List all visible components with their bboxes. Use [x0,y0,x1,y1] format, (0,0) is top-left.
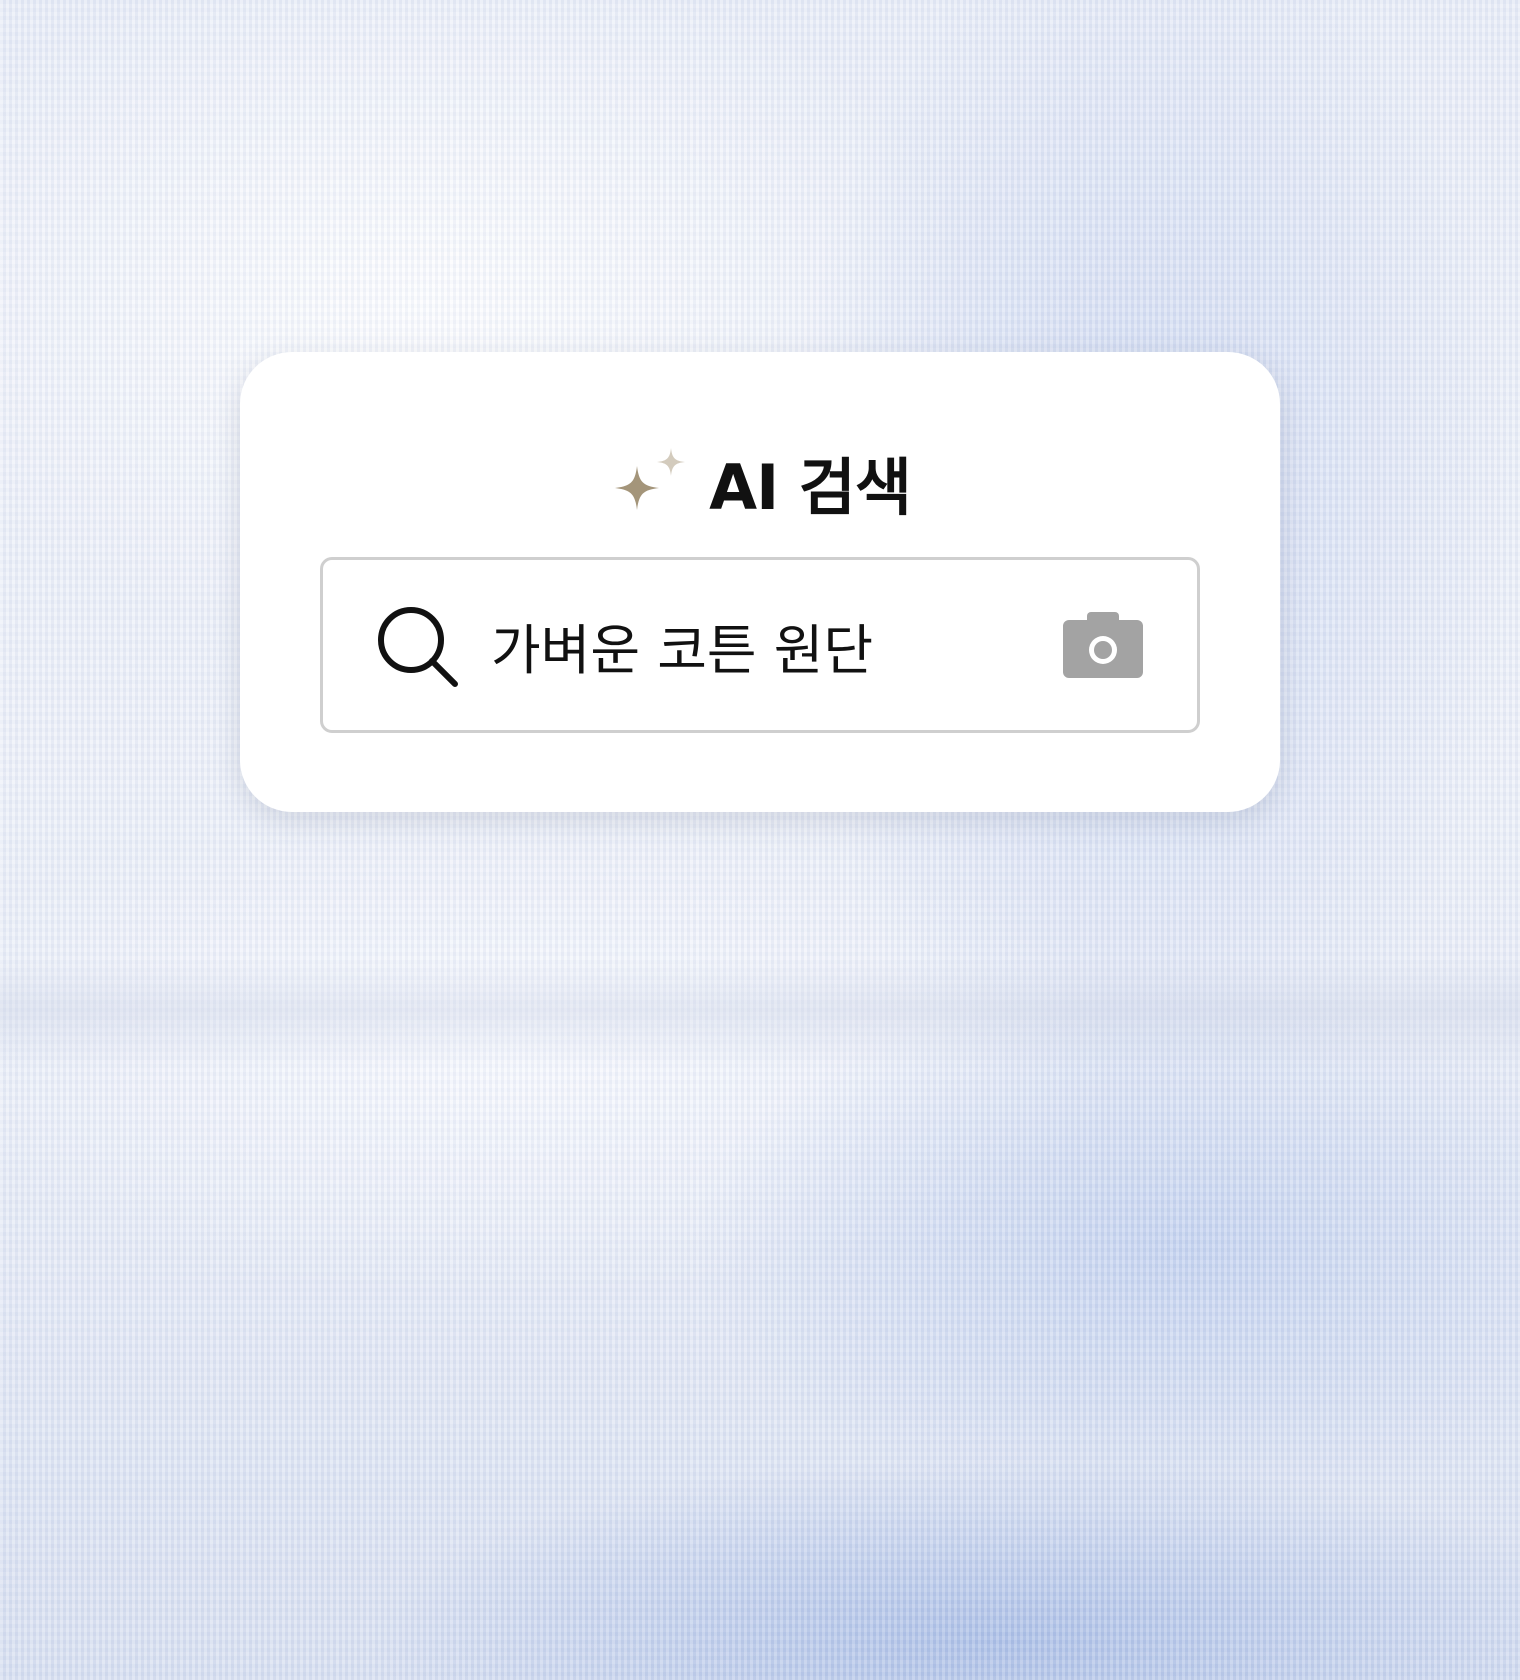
search-input[interactable]: 가벼운 코튼 원단 [320,557,1200,733]
panel-title: AI 검색 [709,451,912,524]
panel-header: AI 검색 [240,442,1280,524]
ai-search-panel: AI 검색 가벼운 코튼 원단 [240,352,1280,812]
search-query-text[interactable]: 가벼운 코튼 원단 [491,560,873,730]
sparkle-icon [615,448,686,510]
fabric-fold [0,960,1520,1070]
camera-icon[interactable] [1061,610,1145,680]
search-icon[interactable] [375,604,461,690]
fabric-background [0,0,1520,1680]
